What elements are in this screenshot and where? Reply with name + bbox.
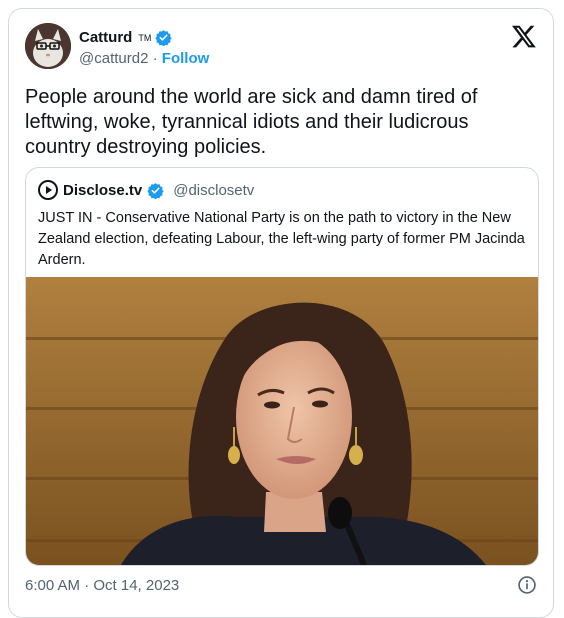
author-name[interactable]: Catturd — [79, 29, 132, 46]
info-icon[interactable] — [517, 575, 537, 595]
play-circle-icon — [38, 180, 58, 200]
tweet-card: Catturd TM @catturd2 · Follow People aro… — [8, 8, 554, 618]
author-name-row: Catturd TM — [79, 29, 172, 46]
quoted-tweet[interactable]: Disclose.tv @disclosetv JUST IN - Conser… — [25, 167, 539, 566]
quoted-author-row: Disclose.tv @disclosetv — [38, 180, 254, 200]
trademark-mark: TM — [138, 32, 152, 43]
tweet-text: People around the world are sick and dam… — [25, 86, 478, 158]
x-logo-icon[interactable] — [511, 23, 537, 49]
quoted-author-name: Disclose.tv — [63, 181, 143, 199]
verified-badge-icon — [155, 30, 172, 46]
separator-dot: · — [148, 50, 162, 67]
follow-button[interactable]: Follow — [162, 50, 210, 67]
author-handle-row: @catturd2 · Follow — [79, 50, 209, 67]
author-handle[interactable]: @catturd2 — [79, 50, 148, 67]
avatar[interactable] — [25, 23, 71, 69]
tweet-timestamp[interactable]: 6:00 AM · Oct 14, 2023 — [25, 577, 179, 594]
quoted-tweet-text: JUST IN - Conservative National Party is… — [38, 210, 525, 268]
quoted-tweet-photo[interactable] — [26, 277, 538, 565]
quoted-author-handle: @disclosetv — [173, 181, 255, 199]
verified-badge-icon — [147, 182, 164, 199]
